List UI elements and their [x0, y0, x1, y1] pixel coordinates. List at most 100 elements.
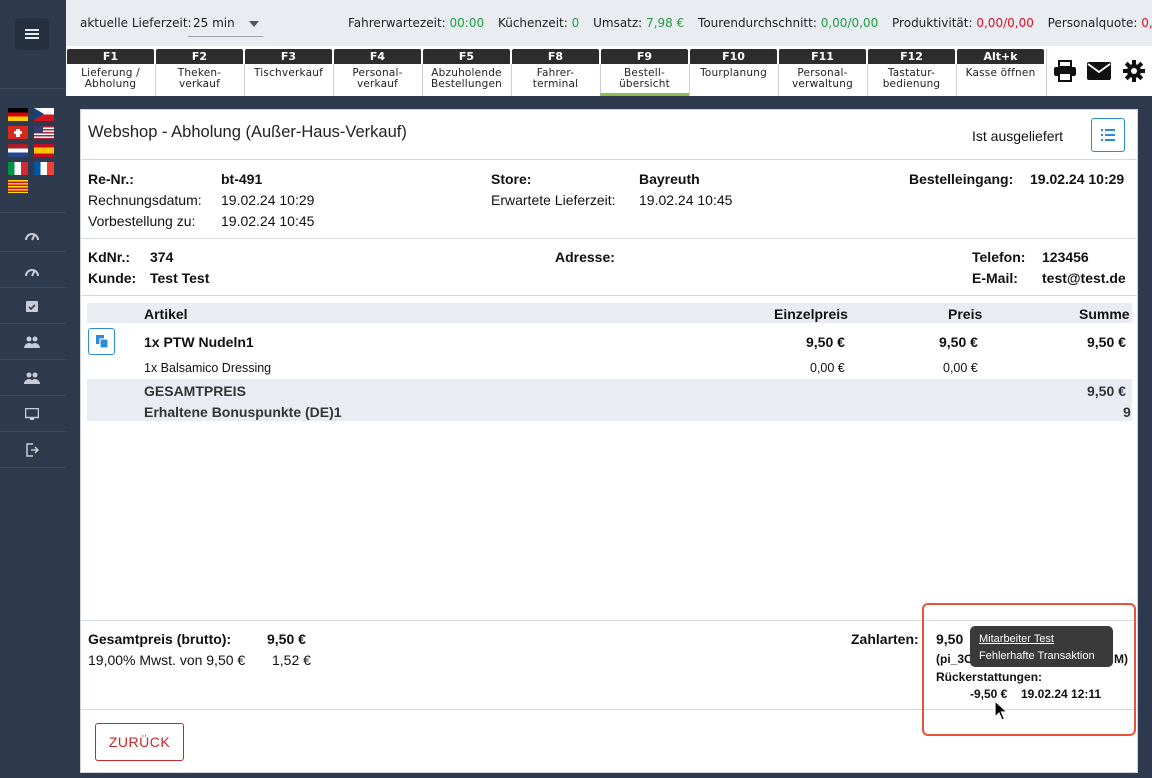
bonuspunkte-label: Erhaltene Bonuspunkte (DE)1	[144, 404, 342, 420]
tab-label-line1: Tischverkauf	[254, 67, 323, 79]
divider	[81, 159, 1137, 160]
flag-cat-icon[interactable]	[8, 180, 28, 193]
sidebar-divider	[0, 323, 66, 324]
page-title: Webshop - Abholung (Außer-Haus-Verkauf)	[88, 123, 407, 141]
tab-label-line2: verwaltung	[791, 78, 854, 90]
store-value: Bayreuth	[639, 171, 700, 187]
email-value: test@test.de	[1042, 270, 1126, 286]
flag-ch-icon[interactable]	[8, 126, 28, 139]
back-button[interactable]: ZURÜCK	[95, 723, 184, 761]
bestelleingang-value: 19.02.24 10:29	[1030, 171, 1125, 187]
tab-fahrerterminal[interactable]: F8 Fahrer-terminal	[511, 49, 600, 96]
calendar-check-icon[interactable]	[21, 295, 43, 317]
gesamtpreis-label: GESAMTPREIS	[144, 383, 246, 399]
tooltip-employee-link[interactable]: Mitarbeiter Test	[979, 631, 1104, 648]
fkey-label: F8	[512, 49, 599, 64]
stat-value: 7,98 €	[646, 16, 685, 30]
sidebar-divider	[0, 395, 66, 396]
gear-icon[interactable]	[1119, 56, 1149, 86]
flag-it-icon[interactable]	[8, 162, 28, 175]
fkey-label: Alt+k	[957, 49, 1044, 64]
stat-label: Personalquote:	[1047, 16, 1138, 30]
tooltip-reason: Fehlerhafte Transaktion	[979, 650, 1095, 662]
sidebar-divider	[0, 287, 66, 288]
stat-value: 00:00	[449, 16, 485, 30]
tab-label-line2: verkauf	[356, 78, 399, 90]
tab-tastaturbedienung[interactable]: F12 Tastatur-bedienung	[867, 49, 956, 96]
col-artikel: Artikel	[144, 306, 188, 322]
bestelleingang-label: Bestelleingang:	[909, 171, 1014, 187]
brutto-label: Gesamtpreis (brutto):	[88, 631, 232, 647]
tab-lieferung-abholung[interactable]: F1 Lieferung / Abholung	[66, 49, 155, 96]
mwst-value: 1,52 €	[272, 652, 311, 668]
tab-abzuholende-bestellungen[interactable]: F5 Abzuholende Bestellungen	[422, 49, 511, 96]
adresse-label: Adresse:	[555, 249, 615, 265]
chevron-down-icon	[249, 21, 259, 27]
lieferzeit-value: 19.02.24 10:45	[639, 192, 733, 208]
flag-fr-icon[interactable]	[34, 162, 54, 175]
sub-item-einzelpreis: 0,00 €	[810, 361, 845, 375]
tab-personalverwaltung[interactable]: F11 Personal-verwaltung	[778, 49, 867, 96]
hamburger-icon	[25, 29, 39, 39]
users-icon[interactable]	[21, 367, 43, 389]
stat-label: Umsatz:	[593, 16, 643, 30]
flag-es-icon[interactable]	[34, 144, 54, 157]
col-einzelpreis: Einzelpreis	[774, 306, 848, 322]
menu-toggle-button[interactable]	[15, 18, 49, 50]
logout-icon[interactable]	[21, 439, 43, 461]
refund-tooltip: Mitarbeiter Test Fehlerhafte Transaktion	[970, 626, 1113, 667]
sub-item-name: 1x Balsamico Dressing	[144, 361, 272, 375]
sidebar-divider	[0, 359, 66, 360]
print-icon[interactable]	[1050, 56, 1080, 86]
stat-label: Tourendurchschnitt:	[698, 16, 817, 30]
speedometer-icon[interactable]	[21, 260, 43, 282]
item-preis: 9,50 €	[939, 334, 978, 350]
fkey-label: F10	[690, 49, 777, 64]
delivery-status: Ist ausgeliefert	[972, 128, 1064, 144]
tab-tourplanung[interactable]: F10 Tourplanung	[689, 49, 778, 96]
item-einzelpreis: 9,50 €	[806, 334, 845, 350]
item-name: 1x PTW Nudeln1	[144, 334, 254, 350]
stat-value: 0	[571, 16, 580, 30]
flag-us-icon[interactable]	[34, 126, 54, 139]
mail-icon[interactable]	[1084, 56, 1114, 86]
tab-bestelluebersicht[interactable]: F9 Bestell-übersicht	[600, 49, 689, 96]
kpi-stats: Fahrerwartezeit: 00:00 Küchenzeit: 0 Ums…	[348, 16, 1152, 30]
flag-cz-icon[interactable]	[34, 108, 54, 121]
kunde-label: Kunde:	[88, 270, 137, 286]
tab-kasse-oeffnen[interactable]: Alt+k Kasse öffnen	[956, 49, 1045, 96]
col-preis: Preis	[948, 306, 983, 322]
sidebar-divider	[0, 88, 66, 89]
stat-label: Fahrerwartezeit:	[348, 16, 446, 30]
fkey-label: F4	[334, 49, 421, 64]
sub-item-preis: 0,00 €	[943, 361, 978, 375]
tab-tischverkauf[interactable]: F3 Tischverkauf	[244, 49, 333, 96]
speedometer-icon[interactable]	[21, 224, 43, 246]
monitor-icon[interactable]	[21, 403, 43, 425]
list-view-button[interactable]	[1091, 118, 1125, 152]
sidebar-divider	[0, 212, 66, 213]
rechnungsdatum-value: 19.02.24 10:29	[221, 192, 315, 208]
tab-label-line2: verkauf	[178, 78, 221, 90]
flag-nl-icon[interactable]	[8, 144, 28, 157]
sidebar-divider	[0, 467, 66, 468]
flag-de-icon[interactable]	[8, 108, 28, 121]
email-label: E-Mail:	[972, 270, 1018, 286]
fkey-label: F1	[67, 49, 154, 64]
vorbestellung-value: 19.02.24 10:45	[221, 213, 315, 229]
users-icon[interactable]	[21, 331, 43, 353]
mwst-label: 19,00% Mwst. von 9,50 €	[88, 652, 246, 668]
tab-thekenverkauf[interactable]: F2 Theken-verkauf	[155, 49, 244, 96]
fkey-label: F12	[868, 49, 955, 64]
sidebar	[0, 0, 66, 778]
copy-icon	[95, 335, 108, 348]
tab-personalverkauf[interactable]: F4 Personal-verkauf	[333, 49, 422, 96]
stat-value: 0,00/0,00	[820, 16, 879, 30]
telefon-value: 123456	[1042, 249, 1089, 265]
zahlarten-label: Zahlarten:	[851, 631, 919, 647]
language-flags	[8, 108, 56, 193]
copy-item-button[interactable]	[88, 328, 115, 355]
lieferzeit-select[interactable]: 25 min	[188, 11, 263, 37]
tab-label-line1: Tourplanung	[700, 67, 767, 79]
fkey-label: F5	[423, 49, 510, 64]
